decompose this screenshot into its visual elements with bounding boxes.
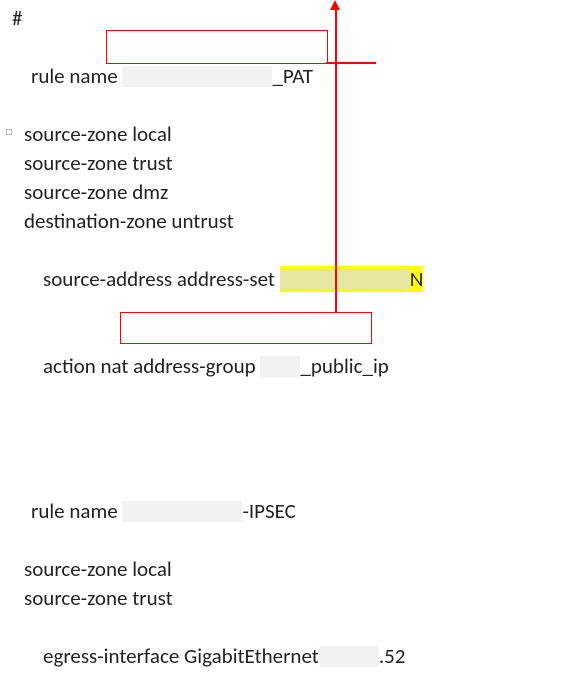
page-marker-icon: □ (6, 128, 12, 139)
redacted-egress-if (319, 646, 379, 667)
redacted-nat-group-prefix (260, 356, 300, 377)
rule2-name-line: rule name -IPSEC (12, 468, 584, 555)
rule2-src-zone-trust: source-zone trust (12, 584, 584, 613)
action-nat-prefix: action nat address-group (43, 353, 260, 379)
rule1-src-address-line: source-address address-set N (12, 236, 584, 323)
action-nat-suffix: _public_ip (300, 353, 388, 379)
hash-separator: # (12, 4, 584, 33)
rule2-egress-line: egress-interface GigabitEthernet .52 (12, 613, 584, 693)
rule2-name-suffix: -IPSEC (242, 498, 295, 524)
rule1-name-suffix: _PAT (272, 63, 313, 89)
egress-prefix: egress-interface GigabitEthernet (43, 643, 319, 669)
redacted-rule2-name (122, 501, 242, 522)
src-address-prefix: source-address address-set (43, 266, 280, 292)
rule2-src-zone-local: source-zone local (12, 555, 584, 584)
address-set-highlight: N (280, 266, 424, 292)
blank-line (12, 439, 584, 468)
address-set-suffix: N (410, 266, 424, 292)
rule-name-keyword: rule name (31, 63, 122, 89)
rule1-action-line: action nat address-group _public_ip (12, 323, 584, 410)
rule-name-keyword: rule name (31, 498, 122, 524)
rule1-src-zone-local: source-zone local (12, 120, 584, 149)
egress-suffix: .52 (379, 643, 406, 669)
rule1-dst-zone-untrust: destination-zone untrust (12, 207, 584, 236)
redacted-rule1-name (122, 66, 272, 87)
rule1-src-zone-trust: source-zone trust (12, 149, 584, 178)
redacted-address-set-name (280, 269, 410, 290)
rule1-src-zone-dmz: source-zone dmz (12, 178, 584, 207)
blank-line (12, 410, 584, 439)
config-snippet: # rule name _PAT source-zone local sourc… (0, 0, 584, 693)
rule1-name-line: rule name _PAT (12, 33, 584, 120)
